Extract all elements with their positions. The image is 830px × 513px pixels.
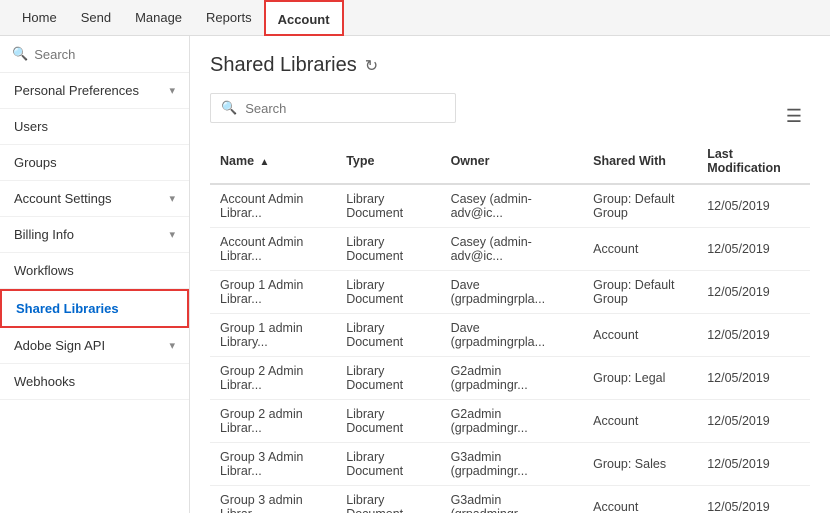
cell-type: Library Document bbox=[336, 443, 440, 486]
sort-asc-icon: ▲ bbox=[260, 157, 270, 168]
sidebar-search-bar[interactable]: 🔍 bbox=[0, 36, 189, 73]
content-header: Shared Libraries ↻ bbox=[210, 54, 810, 77]
cell-owner: G2admin (grpadmingr... bbox=[441, 400, 584, 443]
cell-name: Account Admin Librar... bbox=[210, 228, 336, 271]
cell-name: Group 3 admin Librar... bbox=[210, 486, 336, 513]
sidebar-item-label: Groups bbox=[14, 155, 57, 170]
cell-sharedWith: Account bbox=[583, 400, 697, 443]
cell-sharedWith: Account bbox=[583, 486, 697, 513]
cell-name: Group 2 Admin Librar... bbox=[210, 357, 336, 400]
nav-send[interactable]: Send bbox=[69, 0, 123, 36]
cell-sharedWith: Group: Default Group bbox=[583, 271, 697, 314]
cell-lastMod: 12/05/2019 bbox=[697, 228, 810, 271]
cell-type: Library Document bbox=[336, 184, 440, 228]
chevron-down-icon: ▾ bbox=[169, 339, 175, 352]
col-shared-with: Shared With bbox=[583, 139, 697, 184]
menu-icon[interactable]: ☰ bbox=[778, 102, 810, 131]
table-row[interactable]: Group 3 Admin Librar...Library DocumentG… bbox=[210, 443, 810, 486]
cell-owner: Casey (admin-adv@ic... bbox=[441, 184, 584, 228]
sidebar-item-label: Account Settings bbox=[14, 191, 112, 206]
shared-libraries-table: Name ▲ Type Owner Shared With Last Modif… bbox=[210, 139, 810, 513]
sidebar-item-shared-libraries[interactable]: Shared Libraries bbox=[0, 289, 189, 328]
nav-home[interactable]: Home bbox=[10, 0, 69, 36]
cell-owner: Casey (admin-adv@ic... bbox=[441, 228, 584, 271]
chevron-down-icon: ▾ bbox=[169, 228, 175, 241]
chevron-down-icon: ▾ bbox=[169, 192, 175, 205]
col-name[interactable]: Name ▲ bbox=[210, 139, 336, 184]
sidebar-item-groups[interactable]: Groups bbox=[0, 145, 189, 181]
cell-lastMod: 12/05/2019 bbox=[697, 486, 810, 513]
cell-type: Library Document bbox=[336, 486, 440, 513]
sidebar-item-label: Shared Libraries bbox=[16, 301, 119, 316]
cell-sharedWith: Account bbox=[583, 228, 697, 271]
cell-lastMod: 12/05/2019 bbox=[697, 314, 810, 357]
content-search-input[interactable] bbox=[245, 101, 445, 116]
table-row[interactable]: Account Admin Librar...Library DocumentC… bbox=[210, 184, 810, 228]
cell-sharedWith: Group: Sales bbox=[583, 443, 697, 486]
cell-lastMod: 12/05/2019 bbox=[697, 271, 810, 314]
sidebar-item-account-settings[interactable]: Account Settings ▾ bbox=[0, 181, 189, 217]
nav-account[interactable]: Account bbox=[264, 0, 344, 36]
table-row[interactable]: Group 2 Admin Librar...Library DocumentG… bbox=[210, 357, 810, 400]
cell-lastMod: 12/05/2019 bbox=[697, 357, 810, 400]
sidebar-item-label: Webhooks bbox=[14, 374, 75, 389]
cell-type: Library Document bbox=[336, 400, 440, 443]
sidebar-item-label: Billing Info bbox=[14, 227, 74, 242]
cell-owner: Dave (grpadmingrpla... bbox=[441, 314, 584, 357]
sidebar-search-input[interactable] bbox=[34, 47, 177, 62]
chevron-down-icon: ▾ bbox=[169, 84, 175, 97]
cell-type: Library Document bbox=[336, 357, 440, 400]
cell-type: Library Document bbox=[336, 271, 440, 314]
col-owner: Owner bbox=[441, 139, 584, 184]
cell-sharedWith: Group: Default Group bbox=[583, 184, 697, 228]
table-row[interactable]: Group 3 admin Librar...Library DocumentG… bbox=[210, 486, 810, 513]
sidebar-item-workflows[interactable]: Workflows bbox=[0, 253, 189, 289]
main-content: Shared Libraries ↻ 🔍 ☰ Name ▲ Type bbox=[190, 36, 830, 513]
cell-name: Group 3 Admin Librar... bbox=[210, 443, 336, 486]
sidebar-search-icon: 🔍 bbox=[12, 46, 28, 62]
table-header-row: Name ▲ Type Owner Shared With Last Modif… bbox=[210, 139, 810, 184]
cell-sharedWith: Account bbox=[583, 314, 697, 357]
sidebar-item-adobe-sign-api[interactable]: Adobe Sign API ▾ bbox=[0, 328, 189, 364]
sidebar-item-users[interactable]: Users bbox=[0, 109, 189, 145]
cell-owner: G2admin (grpadmingr... bbox=[441, 357, 584, 400]
cell-owner: G3admin (grpadmingr... bbox=[441, 486, 584, 513]
cell-name: Account Admin Librar... bbox=[210, 184, 336, 228]
sidebar-item-personal-preferences[interactable]: Personal Preferences ▾ bbox=[0, 73, 189, 109]
col-type: Type bbox=[336, 139, 440, 184]
sidebar: 🔍 Personal Preferences ▾ Users Groups Ac… bbox=[0, 36, 190, 513]
main-layout: 🔍 Personal Preferences ▾ Users Groups Ac… bbox=[0, 36, 830, 513]
cell-lastMod: 12/05/2019 bbox=[697, 443, 810, 486]
nav-reports[interactable]: Reports bbox=[194, 0, 264, 36]
cell-owner: Dave (grpadmingrpla... bbox=[441, 271, 584, 314]
content-search-bar[interactable]: 🔍 bbox=[210, 93, 456, 123]
cell-type: Library Document bbox=[336, 228, 440, 271]
cell-name: Group 2 admin Librar... bbox=[210, 400, 336, 443]
sidebar-item-label: Users bbox=[14, 119, 48, 134]
cell-name: Group 1 admin Library... bbox=[210, 314, 336, 357]
cell-owner: G3admin (grpadmingr... bbox=[441, 443, 584, 486]
table-row[interactable]: Group 1 admin Library...Library Document… bbox=[210, 314, 810, 357]
sidebar-item-webhooks[interactable]: Webhooks bbox=[0, 364, 189, 400]
sidebar-item-label: Workflows bbox=[14, 263, 74, 278]
nav-manage[interactable]: Manage bbox=[123, 0, 194, 36]
sidebar-item-billing-info[interactable]: Billing Info ▾ bbox=[0, 217, 189, 253]
table-row[interactable]: Account Admin Librar...Library DocumentC… bbox=[210, 228, 810, 271]
col-last-modification: Last Modification bbox=[697, 139, 810, 184]
cell-lastMod: 12/05/2019 bbox=[697, 400, 810, 443]
refresh-icon[interactable]: ↻ bbox=[365, 56, 378, 76]
page-title: Shared Libraries bbox=[210, 54, 357, 77]
search-row: 🔍 ☰ bbox=[210, 93, 810, 139]
cell-name: Group 1 Admin Librar... bbox=[210, 271, 336, 314]
search-icon: 🔍 bbox=[221, 100, 237, 116]
top-navigation: Home Send Manage Reports Account bbox=[0, 0, 830, 36]
sidebar-item-label: Adobe Sign API bbox=[14, 338, 105, 353]
table-row[interactable]: Group 1 Admin Librar...Library DocumentD… bbox=[210, 271, 810, 314]
cell-sharedWith: Group: Legal bbox=[583, 357, 697, 400]
cell-lastMod: 12/05/2019 bbox=[697, 184, 810, 228]
cell-type: Library Document bbox=[336, 314, 440, 357]
table-row[interactable]: Group 2 admin Librar...Library DocumentG… bbox=[210, 400, 810, 443]
sidebar-item-label: Personal Preferences bbox=[14, 83, 139, 98]
